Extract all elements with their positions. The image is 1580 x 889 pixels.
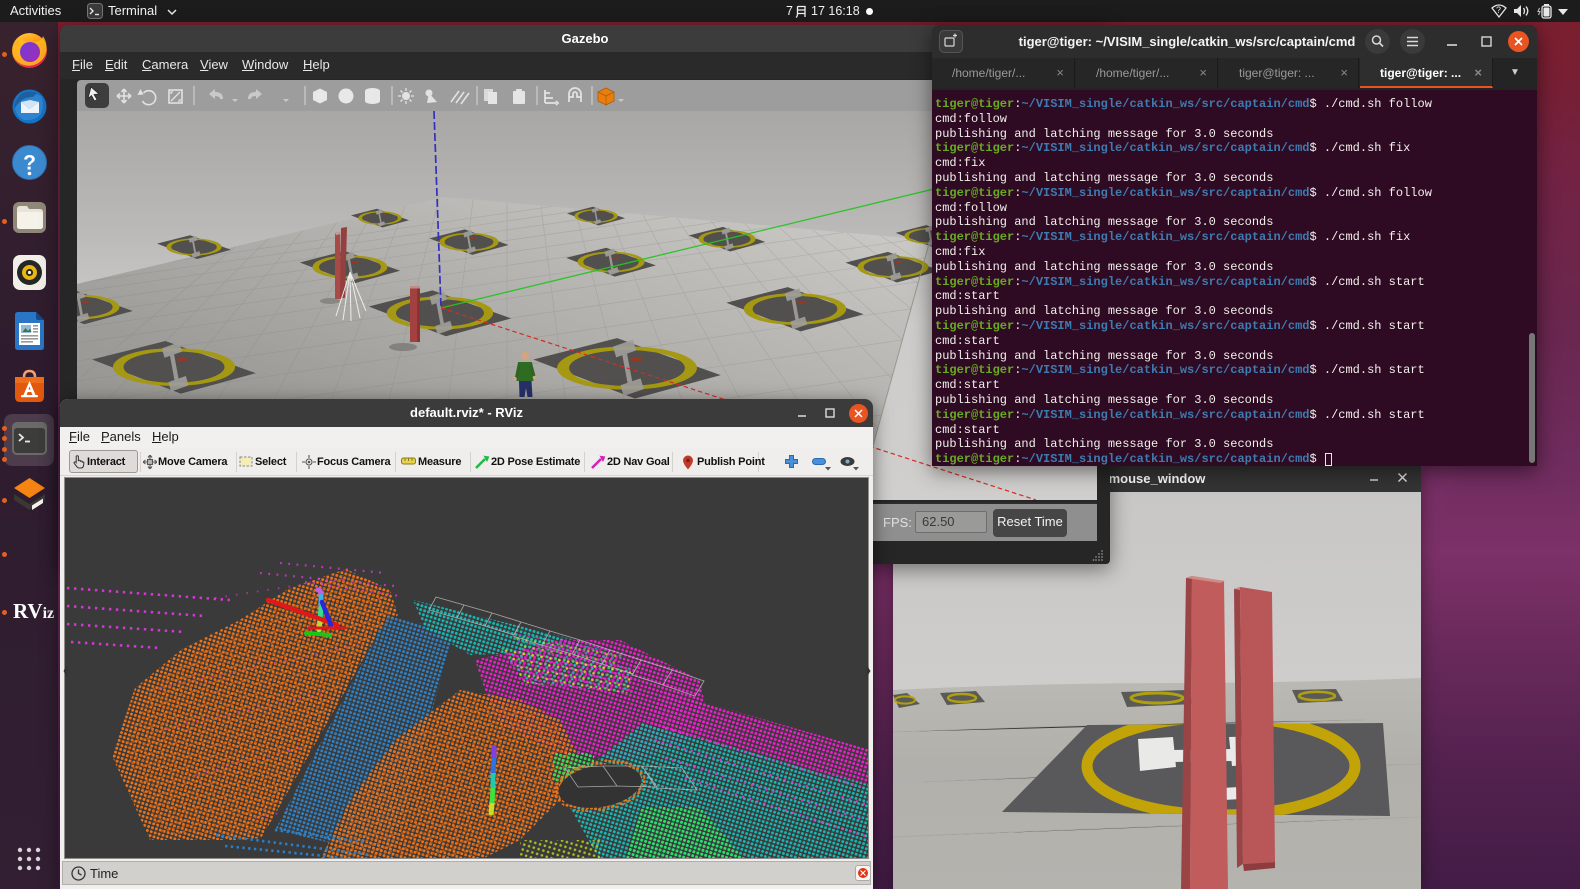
svg-text:?: ? bbox=[1496, 5, 1501, 15]
svg-text:?: ? bbox=[23, 152, 36, 175]
